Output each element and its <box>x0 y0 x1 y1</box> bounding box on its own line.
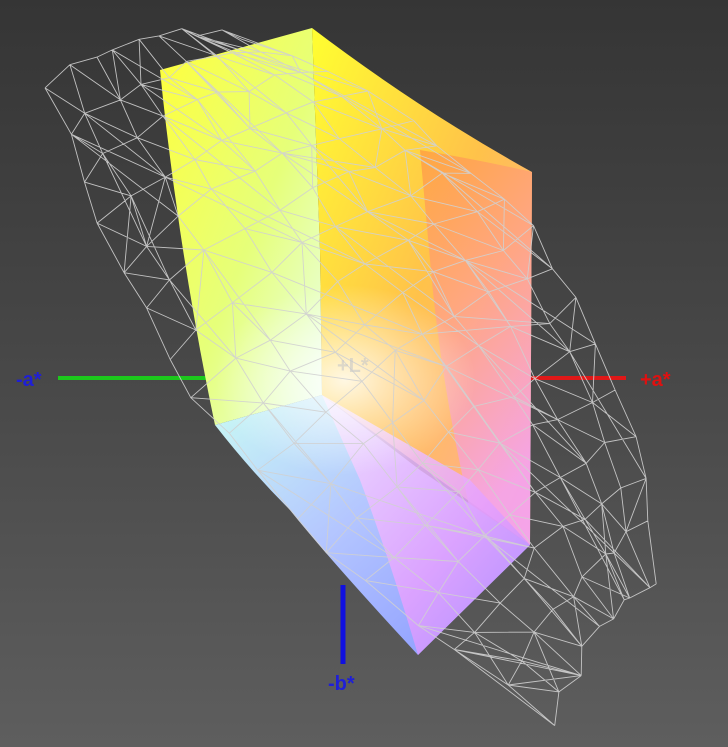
neg-a-axis-label: -a* <box>16 369 42 391</box>
pos-a-axis-label: +a* <box>640 369 671 391</box>
pos-l-axis-label: +L* <box>337 355 369 377</box>
neg-b-axis-label: -b* <box>328 673 355 695</box>
gamut-3d-view: +L* -a* +a* -b* <box>16 28 671 726</box>
